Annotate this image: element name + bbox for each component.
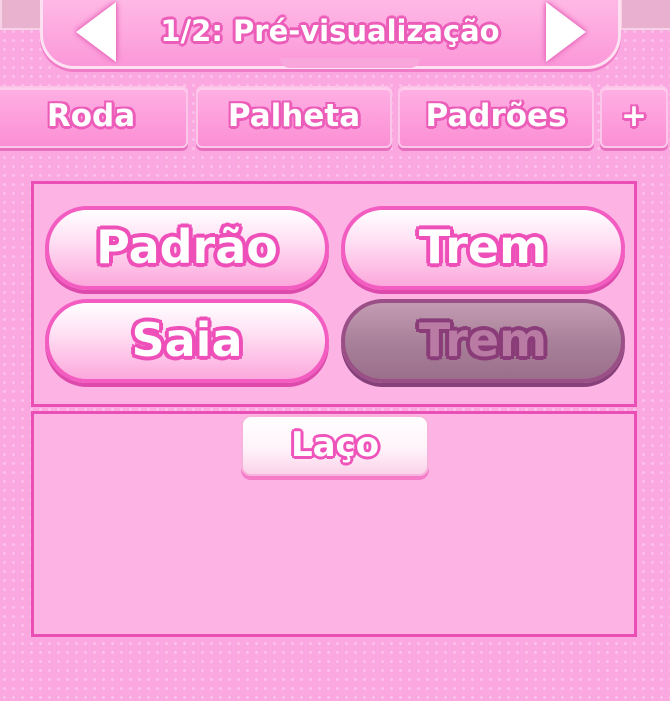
option-saia-button[interactable]: Saia	[45, 299, 329, 383]
option-trem-selected-button[interactable]: Trem	[341, 299, 625, 383]
tab-padroes[interactable]: Padrões	[398, 86, 594, 148]
tab-roda[interactable]: Roda	[0, 86, 188, 148]
option-trem-button[interactable]: Trem	[341, 206, 625, 290]
tab-palheta[interactable]: Palheta	[196, 86, 392, 148]
arrow-right-icon[interactable]	[546, 2, 586, 62]
page-title: 1/2: Pré-visualização	[160, 14, 500, 48]
add-tab-button[interactable]: +	[600, 86, 668, 148]
arrow-left-icon[interactable]	[76, 2, 116, 62]
title-bar-tab	[280, 58, 420, 68]
laco-button[interactable]: Laço	[241, 415, 429, 476]
option-padrao-button[interactable]: Padrão	[45, 206, 329, 290]
